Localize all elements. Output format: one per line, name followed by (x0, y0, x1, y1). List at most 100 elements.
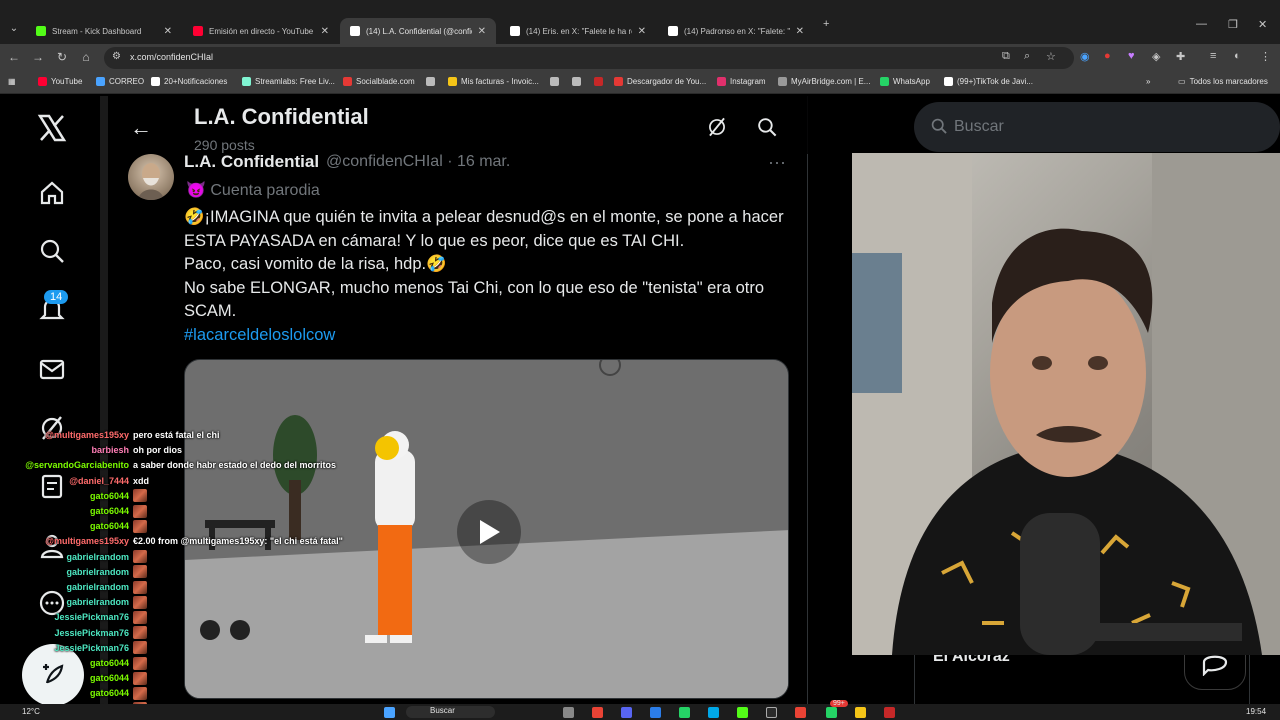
site-info-icon[interactable]: ⚙ (112, 51, 121, 62)
explore-search-icon[interactable] (36, 235, 68, 267)
app-icon[interactable] (795, 707, 806, 718)
tab-close-icon[interactable]: ✕ (638, 26, 646, 37)
bookmark-item[interactable]: Instagram (717, 77, 766, 86)
address-bar[interactable]: ⚙ x.com/confidenCHIal (104, 47, 1074, 69)
close-window-icon[interactable]: ✕ (1258, 18, 1267, 31)
chat-username: gabrielrandom (66, 597, 129, 608)
tab-close-icon[interactable]: ✕ (321, 26, 329, 37)
more-bookmarks-icon[interactable]: » (1146, 77, 1150, 86)
back-arrow-icon[interactable]: ← (130, 115, 152, 141)
browser-menu-icon[interactable]: ⋮ (1260, 50, 1271, 63)
bookmark-favicon-icon (343, 77, 352, 86)
chat-message: JessiePickman76 (0, 610, 147, 624)
bookmark-item[interactable]: Descargador de You... (614, 77, 706, 86)
tab-favicon-icon (193, 26, 203, 36)
chat-username: gabrielrandom (66, 566, 129, 577)
whatsapp-icon[interactable] (826, 707, 837, 718)
bookmark-item[interactable]: MyAirBridge.com | E... (778, 77, 870, 86)
chat-emote-icon (133, 671, 147, 685)
media-control-icon[interactable]: ≡ (1210, 50, 1216, 62)
app-icon[interactable] (650, 707, 661, 718)
discord-icon[interactable] (621, 707, 632, 718)
browser-tab[interactable]: Emisión en directo - YouTube S ✕ (183, 18, 339, 44)
page-title: L.A. Confidential (194, 104, 369, 129)
grok-icon[interactable] (706, 116, 728, 143)
bookmark-item[interactable]: Streamlabs: Free Liv... (242, 77, 335, 86)
back-icon[interactable]: ← (6, 50, 22, 64)
cast-icon[interactable]: ⧉ (1002, 50, 1010, 63)
extension-icon[interactable]: ♥ (1128, 50, 1135, 62)
bookmark-label: Streamlabs: Free Liv... (255, 77, 335, 86)
app-icon[interactable] (737, 707, 748, 718)
bookmarks-bar: ▦ YouTube CORREO 20+Notificaciones Streamla… (0, 72, 1280, 94)
chrome-icon[interactable] (592, 707, 603, 718)
search-icon[interactable] (756, 116, 778, 143)
extension-icon[interactable]: ◉ (1080, 50, 1090, 63)
browser-tab[interactable]: Stream - Kick Dashboard ✕ (26, 18, 182, 44)
messages-mail-icon[interactable] (36, 353, 68, 385)
taskview-icon[interactable] (563, 707, 574, 718)
taskbar-search[interactable]: Buscar (406, 706, 495, 718)
home-icon[interactable]: ⌂ (78, 50, 94, 64)
bookmark-star-icon[interactable]: ☆ (1046, 50, 1056, 63)
search-icon (930, 117, 948, 140)
bookmark-item[interactable] (550, 77, 559, 86)
profile-avatar-icon[interactable]: ◐ (1234, 50, 1241, 62)
extension-icon[interactable]: ● (1104, 50, 1111, 62)
bookmark-item[interactable]: (99+)TikTok de Javi... (944, 77, 1033, 86)
folder-icon: ▭ (1178, 77, 1186, 86)
app-icon[interactable] (708, 707, 719, 718)
all-bookmarks-folder[interactable]: ▭ Todos los marcadores (1178, 77, 1268, 86)
tab-favicon-icon (510, 26, 520, 36)
extensions-puzzle-icon[interactable]: ✚ (1176, 50, 1185, 63)
search-input[interactable]: Buscar (914, 102, 1280, 152)
bookmark-label: Mis facturas - Invoic... (461, 77, 539, 86)
play-button[interactable] (457, 500, 521, 564)
extension-icon[interactable]: ◈ (1152, 50, 1160, 63)
maximize-icon[interactable]: ❐ (1228, 18, 1238, 31)
weather-text[interactable]: 12°C (22, 707, 40, 716)
file-explorer-icon[interactable] (855, 707, 866, 718)
tab-search-dropdown-icon[interactable]: ⌄ (6, 21, 22, 37)
whatsapp-icon[interactable] (679, 707, 690, 718)
browser-toolbar: ← → ↻ ⌂ ⚙ x.com/confidenCHIal ⧉ ⌕ ☆ ◉ ● … (0, 44, 1280, 72)
zoom-icon[interactable]: ⌕ (1024, 50, 1030, 63)
tab-title: (14) L.A. Confidential (@confide (366, 26, 472, 36)
bookmark-item[interactable]: WhatsApp (880, 77, 930, 86)
tab-close-icon[interactable]: ✕ (796, 26, 804, 37)
browser-tab[interactable]: (14) Padronso en X: "Falete: "se ✕ (658, 18, 814, 44)
post-author-handle[interactable]: @confidenCHIal · 16 mar. (326, 153, 510, 171)
reload-icon[interactable]: ↻ (54, 50, 70, 64)
forward-icon[interactable]: → (30, 50, 46, 64)
bookmark-item[interactable] (572, 77, 581, 86)
browser-tab[interactable]: (14) L.A. Confidential (@confide ✕ (340, 18, 496, 44)
obs-icon[interactable] (766, 707, 777, 718)
post-hashtag-link[interactable]: #lacarceldeloslolcow (184, 324, 794, 348)
bookmark-favicon-icon (38, 77, 47, 86)
bookmark-item[interactable]: Socialblade.com (343, 77, 415, 86)
bookmark-item[interactable]: CORREO (96, 77, 144, 86)
minimize-icon[interactable]: — (1196, 18, 1207, 30)
home-nav-icon[interactable] (36, 177, 68, 209)
apps-grid-icon[interactable]: ▦ (8, 77, 16, 86)
post-author-name[interactable]: L.A. Confidential (184, 152, 319, 172)
tab-close-icon[interactable]: ✕ (478, 26, 486, 37)
start-windows-icon[interactable] (384, 707, 395, 718)
clock-time[interactable]: 19:54 (1246, 707, 1266, 716)
bookmark-label: MyAirBridge.com | E... (791, 77, 871, 86)
new-tab-icon[interactable]: + (823, 18, 829, 30)
post-more-icon[interactable]: ··· (768, 152, 786, 173)
bookmark-item[interactable]: YouTube (38, 77, 82, 86)
chat-emote-icon (133, 550, 147, 564)
bookmark-item[interactable]: Mis facturas - Invoic... (448, 77, 539, 86)
browser-tab[interactable]: (14) Eris. en X: "Falete le ha re ✕ (500, 18, 656, 44)
chat-username: gato6044 (89, 490, 129, 501)
bookmark-item[interactable] (594, 77, 603, 86)
tab-close-icon[interactable]: ✕ (164, 26, 172, 37)
chat-message: JessiePickman76 (0, 626, 147, 640)
x-logo-icon[interactable] (36, 112, 68, 144)
app-icon[interactable] (884, 707, 895, 718)
bookmark-item[interactable]: 20+Notificaciones (151, 77, 227, 86)
bookmark-item[interactable] (426, 77, 435, 86)
avatar[interactable] (128, 154, 174, 200)
